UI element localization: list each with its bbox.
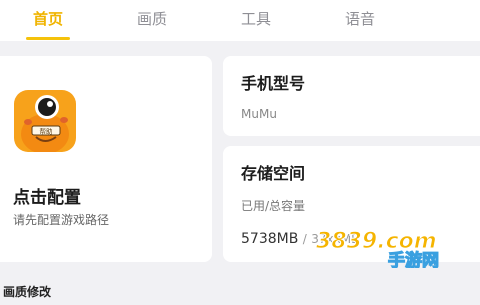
tab-home[interactable]: 首页 <box>33 8 63 29</box>
app-mascot-icon: 帮助 <box>14 90 76 152</box>
storage-separator: / <box>302 232 307 246</box>
storage-label: 已用/总容量 <box>241 199 306 213</box>
storage-used-value: 5738MB <box>241 231 299 247</box>
config-subtitle: 请先配置游戏路径 <box>13 213 110 227</box>
tab-tools[interactable]: 工具 <box>241 8 271 29</box>
config-title: 点击配置 <box>13 188 81 208</box>
section-quality-edit: 画质修改 <box>3 285 52 299</box>
active-tab-indicator <box>26 37 70 40</box>
model-value: MuMu <box>241 107 277 121</box>
tab-quality[interactable]: 画质 <box>137 8 167 29</box>
model-title: 手机型号 <box>241 74 306 93</box>
app-icon-label: 帮助 <box>40 127 54 136</box>
model-card: 手机型号 MuMu <box>223 56 480 136</box>
tab-voice[interactable]: 语音 <box>345 8 375 29</box>
watermark-sub-text: 手游网 <box>388 250 439 268</box>
watermark-logo: 3839.com 手游网 <box>316 229 440 269</box>
top-tab-bar: 首页 画质 工具 语音 <box>0 0 480 41</box>
config-card[interactable]: 帮助 点击配置 请先配置游戏路径 <box>0 56 212 262</box>
storage-title: 存储空间 <box>241 164 306 183</box>
